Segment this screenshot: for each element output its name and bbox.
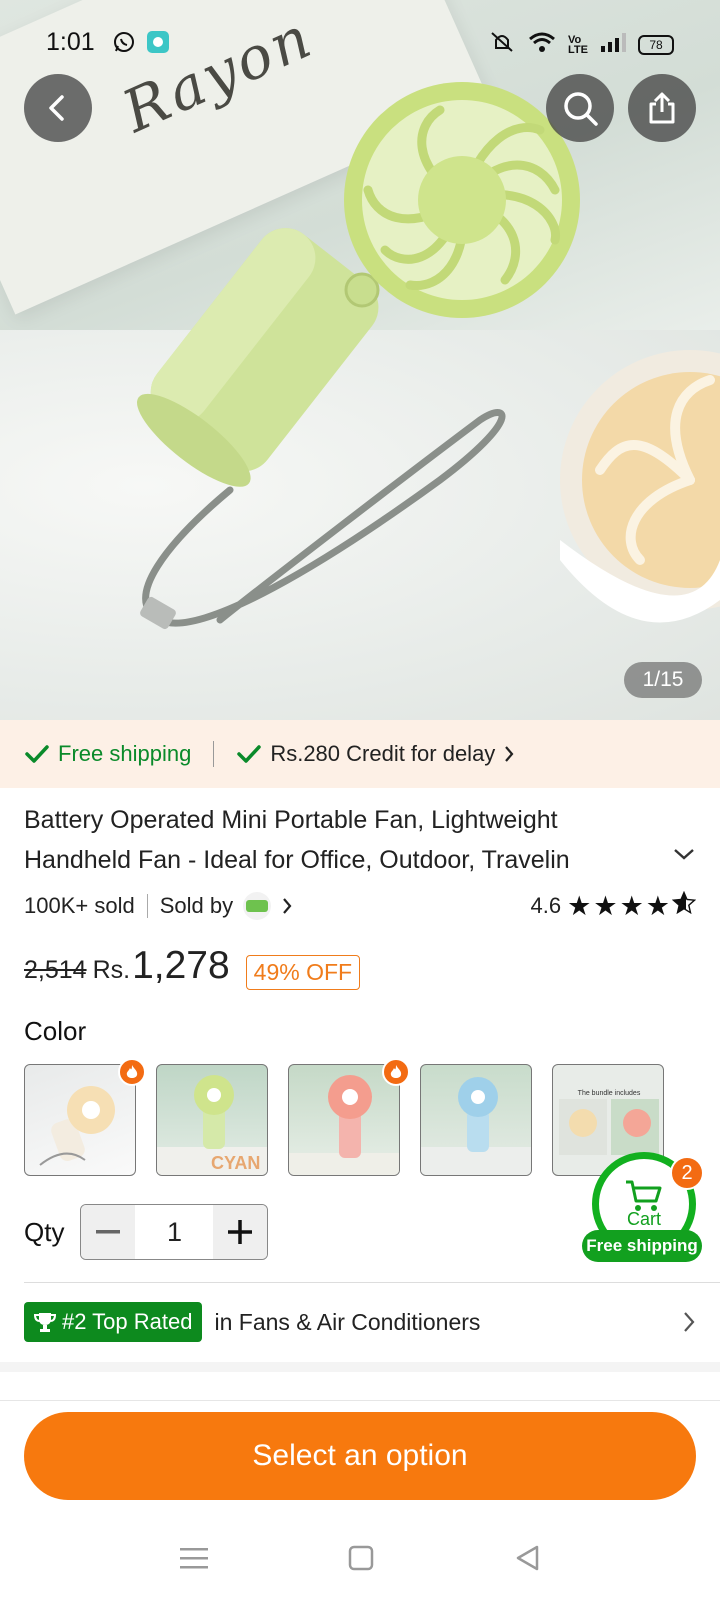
- top-rated-row[interactable]: #2 Top Rated in Fans & Air Conditioners: [24, 1300, 696, 1344]
- star-icon: ★: [593, 890, 618, 921]
- quantity-row: Qty 1: [24, 1204, 269, 1260]
- section-separator: [0, 1362, 720, 1372]
- share-button[interactable]: [628, 74, 696, 142]
- cart-icon: [626, 1180, 662, 1211]
- notification-icons: [112, 30, 170, 59]
- current-price: 1,278: [132, 944, 230, 987]
- delay-credit-link[interactable]: Rs.280 Credit for delay: [236, 741, 515, 767]
- color-swatches: CYAN The bundle includes: [24, 1064, 664, 1176]
- system-navigation-bar: [0, 1520, 720, 1600]
- free-shipping-label: Free shipping: [58, 741, 192, 766]
- color-swatch-pink[interactable]: [288, 1064, 400, 1176]
- back-nav-button[interactable]: [514, 1544, 540, 1577]
- chevron-right-icon[interactable]: [281, 896, 293, 916]
- color-swatch-blue[interactable]: [420, 1064, 532, 1176]
- app-notification-icon: [146, 30, 170, 59]
- divider: [146, 894, 148, 918]
- color-swatch-green[interactable]: CYAN: [156, 1064, 268, 1176]
- expand-title-button[interactable]: [672, 846, 696, 867]
- cart-button[interactable]: Cart 2 Free shipping: [582, 1152, 704, 1262]
- volte-icon: Vo LTE: [568, 33, 588, 56]
- bundle-caption: The bundle includes: [578, 1090, 641, 1097]
- battery-icon: 78: [638, 34, 674, 55]
- search-button[interactable]: [546, 74, 614, 142]
- product-title-line-2: Handheld Fan - Ideal for Office, Outdoor…: [24, 846, 570, 874]
- swatch-print-text: CYAN: [211, 1153, 260, 1173]
- product-rating[interactable]: 4.6 ★ ★ ★ ★: [530, 890, 697, 921]
- hot-flame-icon: [382, 1058, 410, 1086]
- divider: [24, 1282, 720, 1283]
- quantity-label: Qty: [24, 1216, 65, 1247]
- check-icon: [25, 745, 49, 763]
- share-icon: [649, 92, 675, 124]
- back-button[interactable]: [24, 74, 92, 142]
- chevron-down-icon: [674, 849, 694, 860]
- search-icon: [564, 92, 598, 126]
- star-icon: ★: [645, 890, 670, 921]
- home-square-icon: [348, 1545, 374, 1570]
- menu-nav-button[interactable]: [180, 1546, 208, 1575]
- product-meta-row: 100K+ sold Sold by 4.6 ★ ★ ★ ★: [24, 888, 697, 924]
- color-swatch-beige[interactable]: [24, 1064, 136, 1176]
- status-indicators: Vo LTE 78: [488, 30, 674, 59]
- wifi-icon: [528, 31, 556, 58]
- shipping-info-strip[interactable]: Free shipping Rs.280 Credit for delay: [0, 720, 720, 788]
- seller-logo[interactable]: [243, 892, 272, 920]
- trophy-icon: [34, 1313, 56, 1332]
- minus-icon: [96, 1230, 121, 1234]
- plus-icon: [228, 1220, 253, 1244]
- price-row: 2,514 Rs. 1,278 49% OFF: [24, 944, 361, 1000]
- chevron-left-icon: [49, 95, 64, 121]
- home-nav-button[interactable]: [348, 1545, 374, 1576]
- chevron-right-icon: [684, 1312, 695, 1332]
- decrease-quantity-button[interactable]: [81, 1205, 136, 1259]
- hot-flame-icon: [118, 1058, 146, 1086]
- product-image-gallery[interactable]: Rayon 1:01 Vo LTE 78 1/15: [0, 0, 720, 720]
- cart-label: Cart: [626, 1208, 661, 1229]
- back-triangle-icon: [516, 1545, 539, 1570]
- mute-icon: [488, 30, 516, 59]
- rating-value: 4.6: [530, 893, 562, 918]
- discount-badge: 49% OFF: [245, 954, 361, 990]
- whatsapp-icon: [112, 30, 136, 59]
- free-shipping-info: Free shipping: [24, 741, 191, 767]
- increase-quantity-button[interactable]: [213, 1205, 268, 1259]
- star-icon: ★: [619, 890, 644, 921]
- sold-count: 100K+ sold: [24, 893, 135, 918]
- cart-count-badge: 2: [670, 1156, 704, 1190]
- top-rated-label: #2 Top Rated: [62, 1309, 193, 1334]
- status-time: 1:01: [46, 28, 95, 56]
- status-bar: 1:01 Vo LTE 78: [0, 0, 720, 88]
- sold-by-label: Sold by: [159, 893, 234, 918]
- product-title[interactable]: Battery Operated Mini Portable Fan, Ligh…: [24, 800, 664, 880]
- delay-credit-label: Rs.280 Credit for delay: [270, 741, 496, 766]
- top-rated-category: in Fans & Air Conditioners: [214, 1308, 481, 1335]
- currency-label: Rs.: [92, 956, 131, 984]
- cart-free-shipping-label: Free shipping: [582, 1230, 702, 1262]
- star-icon: ★: [567, 890, 592, 921]
- top-rated-badge: #2 Top Rated: [24, 1302, 203, 1342]
- image-counter: 1/15: [624, 662, 702, 698]
- check-icon: [237, 745, 262, 763]
- quantity-stepper[interactable]: 1: [80, 1204, 269, 1260]
- quantity-value[interactable]: 1: [135, 1205, 213, 1259]
- divider: [213, 741, 215, 767]
- half-star-icon: [671, 890, 697, 921]
- product-title-line-1: Battery Operated Mini Portable Fan, Ligh…: [24, 806, 558, 834]
- select-option-button[interactable]: Select an option: [24, 1412, 696, 1500]
- divider: [0, 1400, 720, 1401]
- chevron-right-icon: [505, 746, 514, 762]
- original-price: 2,514: [24, 956, 87, 984]
- menu-icon: [180, 1547, 208, 1568]
- signal-icon: [600, 32, 626, 57]
- color-section-label: Color: [24, 1016, 87, 1046]
